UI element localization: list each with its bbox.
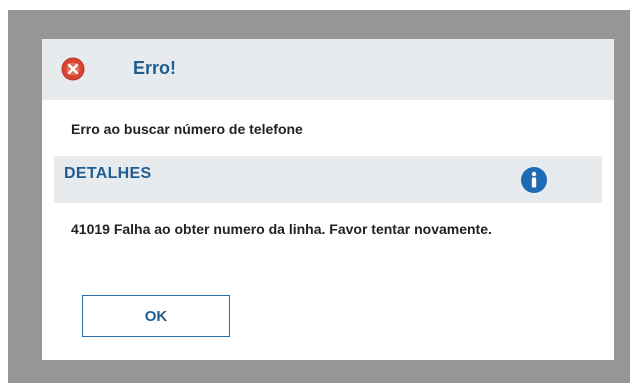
error-message: Erro ao buscar número de telefone — [71, 121, 303, 137]
dialog-header: Erro! — [42, 39, 614, 100]
ok-button[interactable]: OK — [82, 295, 230, 337]
error-dialog: Erro! Erro ao buscar número de telefone … — [42, 39, 614, 360]
details-text: 41019 Falha ao obter numero da linha. Fa… — [71, 221, 492, 237]
info-icon[interactable] — [520, 166, 548, 194]
details-heading: DETALHES — [64, 165, 152, 182]
error-icon — [61, 57, 85, 81]
dialog-title: Erro! — [133, 58, 177, 78]
details-section-header: DETALHES — [54, 156, 602, 203]
